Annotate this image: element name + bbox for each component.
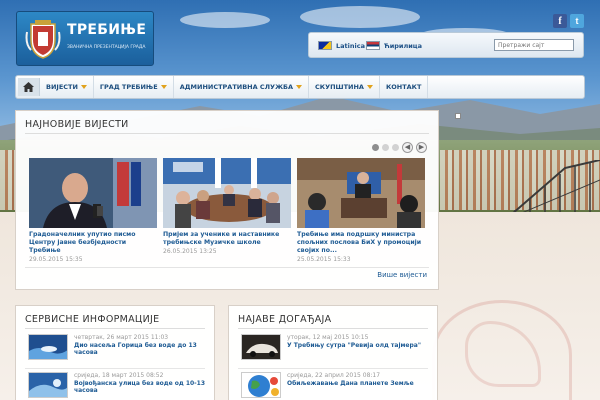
carousel-controls: ◀ ▶ (372, 142, 427, 153)
item-title[interactable]: У Требињу сутра "Ревија олд тајмера" (287, 342, 421, 350)
railing (505, 160, 600, 220)
nav-item-label: ВИЈЕСТИ (46, 83, 78, 91)
cloud (180, 12, 270, 28)
service-thumbnail[interactable] (28, 372, 68, 398)
carousel-dot[interactable] (372, 144, 379, 151)
language-search-bar: Latinica Ћирилица (308, 32, 584, 58)
item-date: четвртак, 26 март 2015 11:03 (74, 334, 169, 341)
news-date: 25.05.2015 15:33 (297, 256, 351, 263)
service-info-title: СЕРВИСНЕ ИНФОРМАЦИЈЕ (25, 314, 160, 325)
facebook-icon[interactable]: f (553, 14, 567, 28)
list-item[interactable]: четвртак, 26 март 2015 11:03 Дио насеља … (28, 334, 218, 360)
social-links: f t (553, 14, 584, 28)
divider (25, 133, 429, 134)
more-news-link[interactable]: Више вијести (377, 271, 427, 279)
chevron-down-icon (296, 85, 303, 89)
nav-item-city[interactable]: ГРАД ТРЕБИЊЕ (94, 76, 174, 98)
cloud (300, 6, 420, 28)
news-thumbnail[interactable] (163, 158, 291, 228)
service-info-panel: СЕРВИСНЕ ИНФОРМАЦИЈЕ четвртак, 26 март 2… (15, 305, 215, 400)
nav-item-contact[interactable]: КОНТАКТ (380, 76, 429, 98)
news-card[interactable]: Градоначелник упутио писмо Центру јавне … (29, 158, 157, 263)
event-thumbnail[interactable] (241, 334, 281, 360)
latest-news-panel: НАЈНОВИЈЕ ВИЈЕСТИ ◀ ▶ Градоначелник упут… (15, 110, 439, 290)
service-thumbnail[interactable] (28, 334, 68, 360)
home-button[interactable] (18, 78, 40, 96)
nav-item-news[interactable]: ВИЈЕСТИ (40, 76, 94, 98)
news-title[interactable]: Пријем за ученике и наставнике требињске… (163, 231, 291, 247)
item-title[interactable]: Војвођанска улица без воде од 10-13 часо… (74, 380, 218, 395)
divider (25, 368, 205, 369)
item-title[interactable]: Дио насеља Горица без воде до 13 часова (74, 342, 218, 357)
nav-item-label: ГРАД ТРЕБИЊЕ (99, 83, 158, 91)
carousel-dot[interactable] (392, 144, 399, 151)
lang-latin[interactable]: Latinica (318, 41, 365, 50)
chevron-down-icon (80, 85, 87, 89)
news-title[interactable]: Требиње има подршку министра спољних пос… (297, 231, 425, 255)
news-card[interactable]: Пријем за ученике и наставнике требињске… (163, 158, 291, 255)
divider (238, 368, 428, 369)
item-date: сриједа, 18 март 2015 08:52 (74, 372, 164, 379)
nav-item-label: КОНТАКТ (385, 83, 422, 91)
event-thumbnail[interactable] (241, 372, 281, 398)
events-panel: НАЈАВЕ ДОГАЂАЈА уторак, 12 мај 2015 10:1… (228, 305, 438, 400)
news-card[interactable]: Требиње има подршку министра спољних пос… (297, 158, 425, 263)
divider (25, 328, 205, 329)
coat-of-arms-icon (25, 20, 61, 59)
lang-latin-label: Latinica (336, 41, 365, 50)
events-title: НАЈАВЕ ДОГАЂАЈА (238, 314, 332, 325)
news-thumbnail[interactable] (297, 158, 425, 228)
site-logo[interactable]: ТРЕБИЊЕ ЗВАНИЧНА ПРЕЗЕНТАЦИЈА ГРАДА (16, 11, 154, 66)
main-nav: ВИЈЕСТИ ГРАД ТРЕБИЊЕ АДМИНИСТРАТИВНА СЛУ… (15, 75, 585, 99)
arrow-left-icon[interactable]: ◀ (402, 142, 413, 153)
logo-title: ТРЕБИЊЕ (67, 22, 147, 38)
news-date: 29.05.2015 15:35 (29, 256, 83, 263)
home-icon (23, 82, 34, 92)
search-input[interactable] (494, 39, 574, 51)
town (0, 150, 15, 210)
nav-item-administration[interactable]: АДМИНИСТРАТИВНА СЛУЖБА (174, 76, 310, 98)
serbia-flag-icon (366, 41, 380, 50)
item-date: сриједа, 22 април 2015 08:17 (287, 372, 381, 379)
list-item[interactable]: уторак, 12 мај 2015 10:15 У Требињу сутр… (241, 334, 431, 360)
lang-cyrillic-label: Ћирилица (384, 41, 422, 50)
arrow-right-icon[interactable]: ▶ (416, 142, 427, 153)
news-thumbnail[interactable] (29, 158, 157, 228)
nav-item-assembly[interactable]: СКУПШТИНА (309, 76, 380, 98)
chevron-down-icon (366, 85, 373, 89)
carousel-dot[interactable] (382, 144, 389, 151)
bosnia-flag-icon (318, 41, 332, 50)
latest-news-title: НАЈНОВИЈЕ ВИЈЕСТИ (25, 119, 129, 130)
chevron-down-icon (160, 85, 167, 89)
news-date: 26.05.2015 13:25 (163, 248, 217, 255)
list-item[interactable]: сриједа, 22 април 2015 08:17 Обиљежавање… (241, 372, 431, 398)
divider (238, 328, 428, 329)
list-item[interactable]: сриједа, 18 март 2015 08:52 Војвођанска … (28, 372, 218, 398)
divider (25, 267, 429, 268)
lang-cyrillic[interactable]: Ћирилица (366, 41, 422, 50)
logo-subtitle: ЗВАНИЧНА ПРЕЗЕНТАЦИЈА ГРАДА (67, 45, 146, 50)
item-title[interactable]: Обиљежавање Дана планете Земље (287, 380, 414, 388)
news-title[interactable]: Градоначелник упутио писмо Центру јавне … (29, 231, 157, 255)
nav-item-label: АДМИНИСТРАТИВНА СЛУЖБА (179, 83, 294, 91)
twitter-icon[interactable]: t (570, 14, 584, 28)
item-date: уторак, 12 мај 2015 10:15 (287, 334, 369, 341)
nav-item-label: СКУПШТИНА (315, 83, 364, 91)
slider-toggle[interactable] (455, 113, 461, 119)
coat-of-arms-icon (432, 300, 572, 400)
